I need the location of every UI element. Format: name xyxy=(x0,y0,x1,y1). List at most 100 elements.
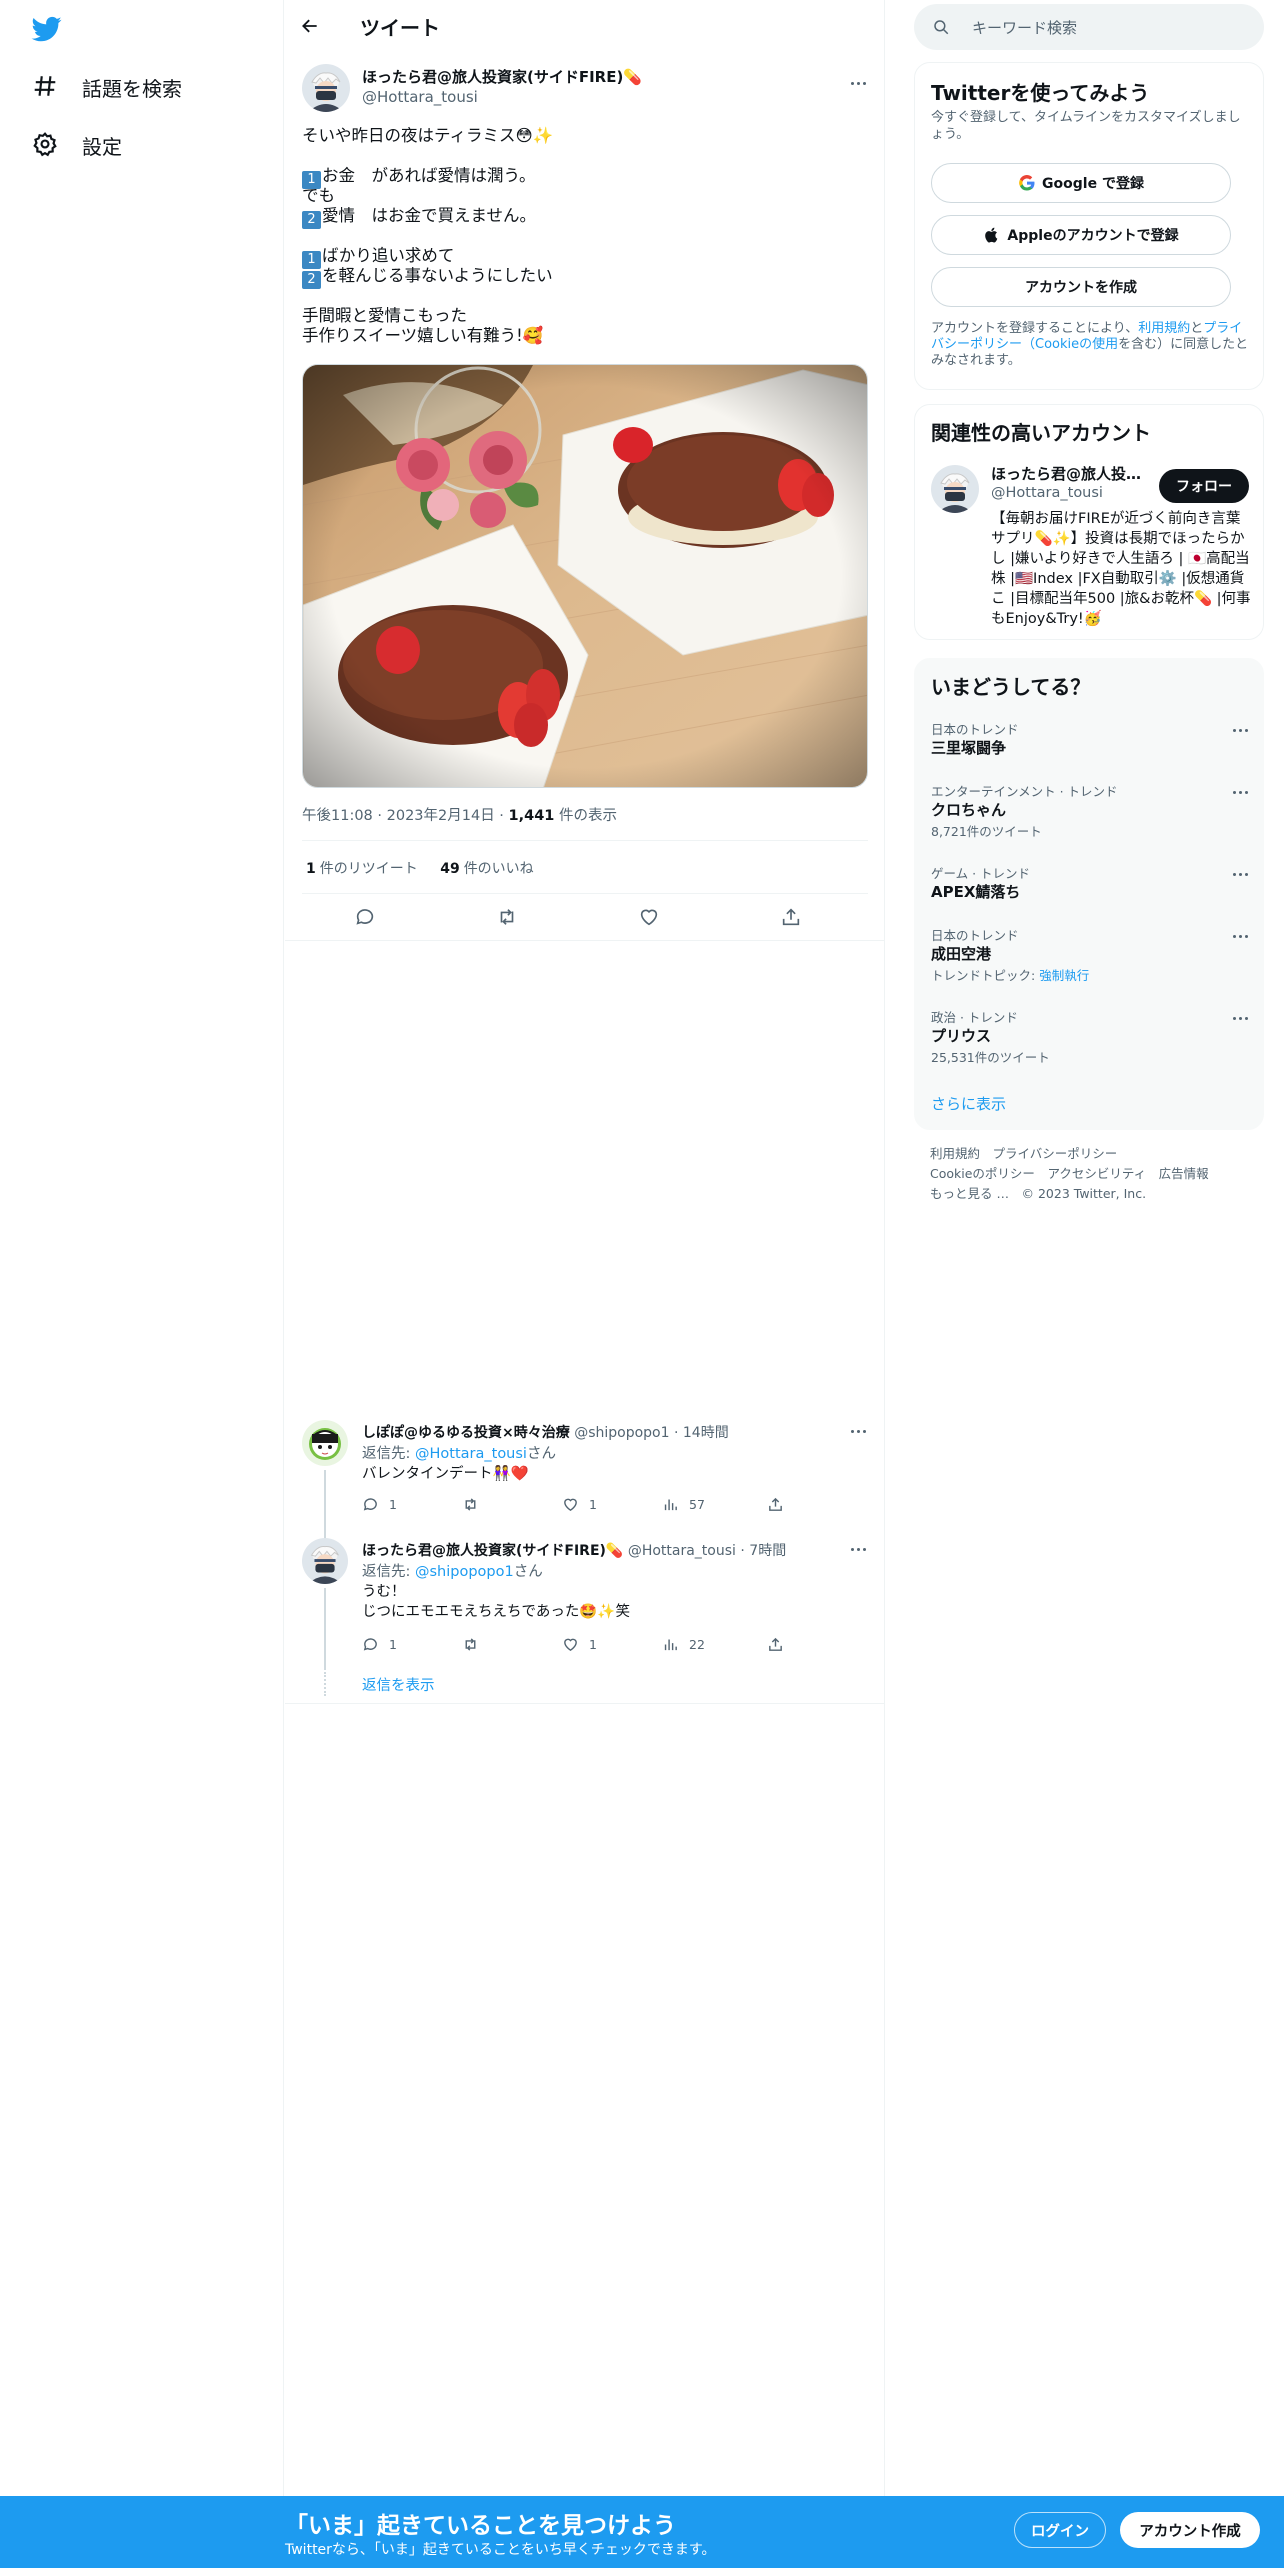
trend-title: クロちゃん xyxy=(931,801,1007,819)
tweet-stats: 1 件のリツイート 49 件のいいね xyxy=(306,858,534,878)
more-options-icon[interactable] xyxy=(1229,925,1251,947)
more-options-icon[interactable] xyxy=(1229,719,1251,741)
tweet-text-line: そいや昨日の夜はティラミス😳✨ xyxy=(302,126,554,145)
trend-title: APEX鯖落ち xyxy=(931,883,1021,901)
footer-link[interactable]: 利用規約 xyxy=(930,1146,980,1161)
views-icon[interactable]: 57 xyxy=(662,1496,705,1513)
sidebar-item-settings[interactable]: 設定 xyxy=(32,124,122,166)
avatar[interactable] xyxy=(302,1538,348,1584)
reply-author-name[interactable]: しぽぽ@ゆるゆる投資×時々治療 xyxy=(362,1425,570,1441)
avatar[interactable] xyxy=(302,64,350,112)
show-more-link[interactable]: さらに表示 xyxy=(931,1093,1006,1114)
views-count: 1,441 xyxy=(508,808,555,824)
trend-item[interactable]: 日本のトレンド 成田空港 トレンドトピック: 強制執行 xyxy=(915,925,1265,985)
recommend-handle[interactable]: @Hottara_tousi xyxy=(991,485,1103,501)
author-handle[interactable]: @Hottara_tousi xyxy=(362,88,478,106)
like-icon[interactable]: 1 xyxy=(562,1496,597,1513)
retweet-icon[interactable] xyxy=(462,1496,489,1513)
reply-time[interactable]: 7時間 xyxy=(749,1543,786,1559)
legal-text: アカウントを登録することにより、 xyxy=(931,321,1139,336)
reply-text: うむ！ じつにエモエモえちえちであった🤩✨笑 xyxy=(362,1582,630,1622)
reply-header: しぽぽ@ゆるゆる投資×時々治療 @shipopopo1 · 14時間 xyxy=(362,1425,729,1441)
trend-context: 日本のトレンド xyxy=(931,722,1019,737)
more-options-icon[interactable] xyxy=(1229,781,1251,803)
tweet-timestamp: 午後11:08 · 2023年2月14日 · 1,441 件の表示 xyxy=(302,808,618,824)
google-signup-button[interactable]: Google で登録 xyxy=(931,163,1231,203)
footer-link[interactable]: アクセシビリティ xyxy=(1047,1166,1146,1181)
retweet-icon[interactable] xyxy=(496,906,518,928)
tweet-text-gap xyxy=(302,146,872,166)
signup-legal: アカウントを登録することにより、利用規約とプライバシーポリシー（Cookieの使… xyxy=(931,321,1249,369)
more-options-icon[interactable] xyxy=(847,1420,869,1442)
trend-title: 成田空港 xyxy=(931,945,992,963)
more-options-icon[interactable] xyxy=(1229,1007,1251,1029)
footer-link[interactable]: 広告情報 xyxy=(1159,1166,1209,1181)
tweet-time[interactable]: 午後11:08 xyxy=(302,808,373,824)
more-options-icon[interactable] xyxy=(847,1538,869,1560)
banner-subtitle: Twitterなら、「いま」起きていることをいち早くチェックできます。 xyxy=(285,2542,716,2558)
signup-title: Twitterを使ってみよう xyxy=(931,81,1150,105)
more-options-icon[interactable] xyxy=(847,72,869,94)
twitter-bird-icon[interactable] xyxy=(30,14,68,46)
trend-item[interactable]: 政治 · トレンド プリウス 25,531件のツイート xyxy=(915,1007,1265,1067)
tweet-text-line: 1 ばかり追い求めて xyxy=(302,246,872,269)
signup-button[interactable]: アカウント作成 xyxy=(1120,2512,1260,2548)
reply-author-handle[interactable]: @shipopopo1 xyxy=(574,1425,669,1441)
sidebar-item-label: 話題を検索 xyxy=(82,76,182,101)
search-input[interactable]: キーワード検索 xyxy=(914,4,1264,50)
search-icon xyxy=(932,18,950,36)
avatar[interactable] xyxy=(931,465,979,513)
page-header: ツイート xyxy=(285,0,885,53)
more-options-icon[interactable] xyxy=(1229,863,1251,885)
footer-more-link[interactable]: もっと見る … xyxy=(930,1186,1009,1201)
trend-context: 政治 · トレンド xyxy=(931,1010,1018,1025)
like-icon[interactable]: 1 xyxy=(562,1636,597,1653)
show-replies-link[interactable]: 返信を表示 xyxy=(362,1674,435,1695)
trend-topic-link[interactable]: 強制執行 xyxy=(1039,968,1089,983)
tweet-text-line: 手作りスイーツ嬉しい有難う!🥰 xyxy=(302,326,544,345)
like-icon[interactable] xyxy=(638,906,660,928)
likes-stat[interactable]: 49 件のいいね xyxy=(440,861,533,877)
share-icon[interactable] xyxy=(780,906,802,928)
share-icon[interactable] xyxy=(767,1636,784,1653)
apple-signup-button[interactable]: Appleのアカウントで登録 xyxy=(931,215,1231,255)
reply-icon[interactable]: 1 xyxy=(362,1636,397,1653)
trend-item[interactable]: 日本のトレンド 三里塚闘争 xyxy=(915,719,1265,779)
divider xyxy=(285,1703,885,1704)
cookie-link[interactable]: （Cookieの使用 xyxy=(1022,337,1118,352)
arrow-left-icon[interactable] xyxy=(300,16,322,38)
recommend-title: 関連性の高いアカウント xyxy=(931,421,1151,445)
tweet-photo[interactable] xyxy=(302,364,868,788)
retweets-stat[interactable]: 1 件のリツイート xyxy=(306,861,418,877)
follow-button[interactable]: フォロー xyxy=(1159,469,1249,503)
trend-title: プリウス xyxy=(931,1027,992,1045)
reply-to-handle[interactable]: @shipopopo1 xyxy=(415,1564,514,1580)
google-icon xyxy=(1019,175,1035,191)
reply-time[interactable]: 14時間 xyxy=(683,1425,729,1441)
views-icon[interactable]: 22 xyxy=(662,1636,705,1653)
terms-link[interactable]: 利用規約 xyxy=(1138,321,1190,336)
apple-icon xyxy=(985,227,998,243)
footer-link[interactable]: Cookieのポリシー xyxy=(930,1166,1035,1181)
reply-author-name[interactable]: ほったら君@旅人投資家(サイドFIRE)💊 xyxy=(362,1543,623,1559)
share-icon[interactable] xyxy=(767,1496,784,1513)
tweet-date[interactable]: 2023年2月14日 xyxy=(387,808,495,824)
tweet-text-gap xyxy=(302,286,872,306)
reply-to-suffix: さん xyxy=(513,1564,543,1580)
author-name[interactable]: ほったら君@旅人投資家(サイドFIRE)💊 xyxy=(362,66,642,87)
reply-author-handle[interactable]: @Hottara_tousi xyxy=(628,1543,736,1559)
footer-link[interactable]: プライバシーポリシー xyxy=(993,1146,1118,1161)
reply-icon[interactable] xyxy=(354,906,376,928)
likes-label: 件のいいね xyxy=(463,861,534,877)
reply-icon[interactable]: 1 xyxy=(362,1496,397,1513)
login-button[interactable]: ログイン xyxy=(1014,2512,1106,2548)
sidebar-item-explore[interactable]: 話題を検索 xyxy=(32,66,182,108)
trends-card: いまどうしてる？ 日本のトレンド 三里塚闘争 エンターテインメント · トレンド… xyxy=(914,658,1264,1130)
avatar[interactable] xyxy=(302,1420,348,1466)
trend-item[interactable]: エンターテインメント · トレンド クロちゃん 8,721件のツイート xyxy=(915,781,1265,841)
recommend-name[interactable]: ほったら君@旅人投資家(サイドFIRE)💊 xyxy=(991,463,1147,484)
retweet-icon[interactable] xyxy=(462,1636,489,1653)
create-account-button[interactable]: アカウントを作成 xyxy=(931,267,1231,307)
reply-to-handle[interactable]: @Hottara_tousi xyxy=(415,1446,527,1462)
trend-item[interactable]: ゲーム · トレンド APEX鯖落ち xyxy=(915,863,1265,923)
